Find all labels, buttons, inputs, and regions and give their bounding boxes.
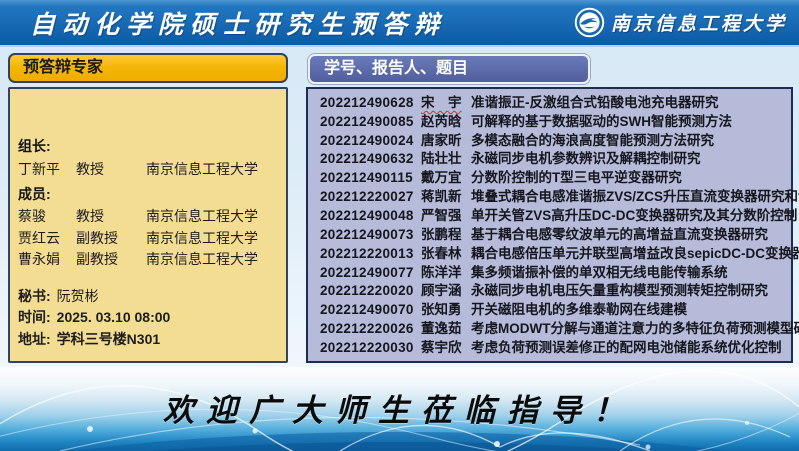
student-name: 董逸茹 bbox=[421, 320, 471, 337]
student-id: 202212490070 bbox=[320, 301, 421, 318]
student-id: 202212220026 bbox=[320, 320, 421, 337]
university-logo-icon bbox=[574, 7, 605, 38]
student-id: 202212490085 bbox=[320, 113, 421, 130]
student-name: 赵芮晗 bbox=[421, 113, 471, 130]
schedule-row: 202212490115 戴万宜 分数阶控制的T型三电平逆变器研究 bbox=[320, 169, 787, 186]
schedule-row: 202212490024 唐家昕 多模态融合的海浪高度智能预测方法研究 bbox=[320, 132, 787, 149]
schedule-row: 202212490048 严智强 单开关管ZVS高升压DC-DC变换器研究及其分… bbox=[320, 207, 787, 224]
member-row: 蔡骏 教授 南京信息工程大学 bbox=[18, 206, 280, 228]
student-name: 张知勇 bbox=[421, 301, 471, 318]
member-affiliation: 南京信息工程大学 bbox=[146, 249, 280, 269]
member-rank: 教授 bbox=[76, 206, 146, 226]
student-id: 202212490073 bbox=[320, 226, 421, 243]
member-name: 贾红云 bbox=[18, 228, 76, 248]
student-name: 唐家昕 bbox=[421, 132, 471, 149]
secretary-name: 阮贺彬 bbox=[57, 286, 99, 306]
thesis-topic: 多模态融合的海浪高度智能预测方法研究 bbox=[471, 132, 787, 149]
experts-panel-title: 预答辩专家 bbox=[8, 53, 288, 83]
thesis-topic: 开关磁阻电机的多维泰勒网在线建模 bbox=[471, 301, 787, 318]
member-name: 蔡骏 bbox=[18, 206, 76, 226]
student-id: 202212490628 bbox=[320, 94, 421, 111]
student-id: 202212220027 bbox=[320, 188, 421, 205]
student-name: 陆壮壮 bbox=[421, 150, 471, 167]
welcome-banner: 欢迎广大师生莅临指导！ bbox=[0, 367, 799, 451]
thesis-topic: 堆叠式耦合电感准谐振ZVS/ZCS升压直流变换器研究和设计 bbox=[471, 188, 799, 205]
member-affiliation: 南京信息工程大学 bbox=[146, 228, 280, 248]
member-row: 贾红云 副教授 南京信息工程大学 bbox=[18, 227, 280, 249]
student-name: 蒋凯新 bbox=[421, 188, 471, 205]
leader-label: 组长: bbox=[18, 136, 280, 158]
leader-name: 丁新平 bbox=[18, 159, 76, 179]
schedule-row: 202212220030 蔡宇欣 考虑负荷预测误差修正的配网电池储能系统优化控制 bbox=[320, 339, 787, 356]
secretary-label: 秘书: bbox=[18, 286, 51, 306]
leader-rank: 教授 bbox=[76, 159, 146, 179]
student-name: 严智强 bbox=[421, 207, 471, 224]
address-label: 地址: bbox=[18, 329, 51, 349]
thesis-topic: 永磁同步电机参数辨识及解耦控制研究 bbox=[471, 150, 787, 167]
thesis-topic: 集多频谐振补偿的单双相无线电能传输系统 bbox=[471, 264, 787, 281]
thesis-topic: 永磁同步电机电压矢量重构模型预测转矩控制研究 bbox=[471, 282, 787, 299]
student-id: 202212220013 bbox=[320, 245, 421, 262]
student-id: 202212220020 bbox=[320, 282, 421, 299]
page-title: 自动化学院硕士研究生预答辩 bbox=[0, 5, 446, 41]
student-name: 张春林 bbox=[421, 245, 471, 262]
university-name: 南京信息工程大学 bbox=[611, 9, 787, 36]
member-affiliation: 南京信息工程大学 bbox=[146, 206, 280, 226]
student-name: 顾宇涵 bbox=[421, 282, 471, 299]
spacer bbox=[18, 270, 280, 285]
member-rank: 副教授 bbox=[76, 228, 146, 248]
time-value: 2025. 03.10 08:00 bbox=[57, 309, 171, 325]
thesis-topic: 考虑负荷预测误差修正的配网电池储能系统优化控制 bbox=[471, 339, 787, 356]
thesis-topic: 单开关管ZVS高升压DC-DC变换器研究及其分数阶控制 bbox=[471, 207, 797, 224]
schedule-row: 202212220026 董逸茹 考虑MODWT分解与通道注意力的多特征负荷预测… bbox=[320, 320, 787, 337]
thesis-topic: 准谐振正-反激组合式铅酸电池充电器研究 bbox=[471, 94, 787, 111]
university-brand: 南京信息工程大学 bbox=[574, 7, 799, 38]
thesis-topic: 基于耦合电感零纹波单元的高增益直流变换器研究 bbox=[471, 226, 787, 243]
experts-panel: 组长: 丁新平 教授 南京信息工程大学 成员: 蔡骏 教授 南京信息工程大学 贾… bbox=[8, 87, 288, 363]
student-name: 陈洋洋 bbox=[421, 264, 471, 281]
leader-row: 丁新平 教授 南京信息工程大学 bbox=[18, 158, 280, 180]
schedule-row: 202212220013 张春林 耦合电感倍压单元并联型高增益改良sepicDC… bbox=[320, 245, 787, 262]
member-name: 曹永娟 bbox=[18, 249, 76, 269]
schedule-row: 202212490085 赵芮晗 可解释的基于数据驱动的SWH智能预测方法 bbox=[320, 113, 787, 130]
student-id: 202212490048 bbox=[320, 207, 421, 224]
schedule-row: 202212490077 陈洋洋 集多频谐振补偿的单双相无线电能传输系统 bbox=[320, 264, 787, 281]
secretary-row: 秘书: 阮贺彬 bbox=[18, 285, 280, 307]
members-label: 成员: bbox=[18, 184, 280, 206]
schedule-row: 202212490632 陆壮壮 永磁同步电机参数辨识及解耦控制研究 bbox=[320, 150, 787, 167]
schedule-row: 202212220020 顾宇涵 永磁同步电机电压矢量重构模型预测转矩控制研究 bbox=[320, 282, 787, 299]
welcome-message: 欢迎广大师生莅临指导！ bbox=[0, 385, 799, 430]
address-value: 学科三号楼N301 bbox=[57, 329, 160, 349]
student-id: 202212490115 bbox=[320, 169, 421, 186]
schedule-panel: 202212490628 宋 宇 准谐振正-反激组合式铅酸电池充电器研究 202… bbox=[306, 87, 793, 363]
schedule-row: 202212490073 张鹏程 基于耦合电感零纹波单元的高增益直流变换器研究 bbox=[320, 226, 787, 243]
student-name: 张鹏程 bbox=[421, 226, 471, 243]
student-name: 宋 宇 bbox=[421, 94, 471, 111]
thesis-topic: 耦合电感倍压单元并联型高增益改良sepicDC-DC变换器的研究 bbox=[471, 245, 799, 262]
student-name: 戴万宜 bbox=[421, 169, 471, 186]
presentation-slide: 自动化学院硕士研究生预答辩 南京信息工程大学 预答辩专家 组长: 丁新平 教授 … bbox=[0, 0, 799, 451]
student-id: 202212490632 bbox=[320, 150, 421, 167]
leader-affiliation: 南京信息工程大学 bbox=[146, 159, 280, 179]
schedule-row: 202212220027 蒋凯新 堆叠式耦合电感准谐振ZVS/ZCS升压直流变换… bbox=[320, 188, 787, 205]
thesis-topic: 可解释的基于数据驱动的SWH智能预测方法 bbox=[471, 113, 787, 130]
schedule-row: 202212490070 张知勇 开关磁阻电机的多维泰勒网在线建模 bbox=[320, 301, 787, 318]
member-rank: 副教授 bbox=[76, 249, 146, 269]
header-bar: 自动化学院硕士研究生预答辩 南京信息工程大学 bbox=[0, 0, 799, 47]
student-name: 蔡宇欣 bbox=[421, 339, 471, 356]
thesis-topic: 考虑MODWT分解与通道注意力的多特征负荷预测模型研究 bbox=[471, 320, 799, 337]
student-id: 202212490024 bbox=[320, 132, 421, 149]
time-row: 时间: 2025. 03.10 08:00 bbox=[18, 307, 280, 329]
address-row: 地址: 学科三号楼N301 bbox=[18, 328, 280, 350]
time-label: 时间: bbox=[18, 307, 51, 327]
student-id: 202212220030 bbox=[320, 339, 421, 356]
schedule-panel-title: 学号、报告人、题目 bbox=[308, 54, 590, 84]
thesis-topic: 分数阶控制的T型三电平逆变器研究 bbox=[471, 169, 787, 186]
schedule-row: 202212490628 宋 宇 准谐振正-反激组合式铅酸电池充电器研究 bbox=[320, 94, 787, 111]
student-id: 202212490077 bbox=[320, 264, 421, 281]
member-row: 曹永娟 副教授 南京信息工程大学 bbox=[18, 249, 280, 271]
